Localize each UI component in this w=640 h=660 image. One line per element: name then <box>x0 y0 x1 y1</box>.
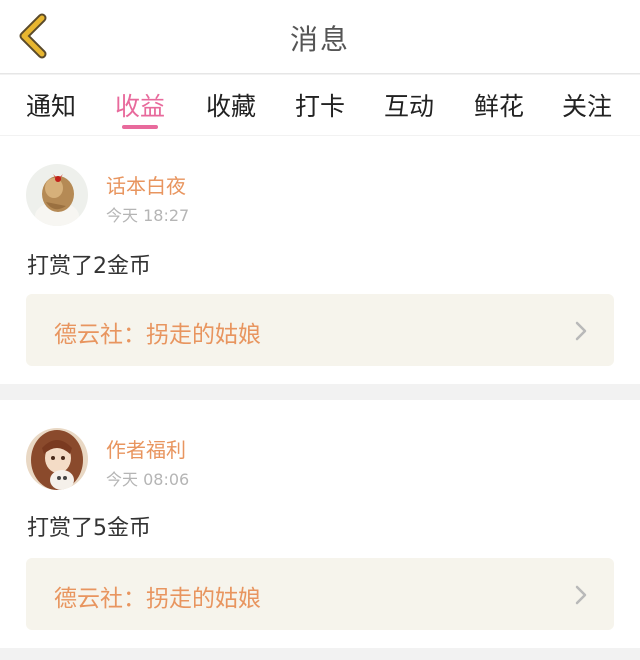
page-title: 消息 <box>289 23 350 56</box>
chevron-right-icon <box>575 321 587 341</box>
message-text: 打赏了5金币 <box>27 516 151 541</box>
book-title: 德云社：拐走的姑娘 <box>54 586 261 612</box>
tab-flowers[interactable]: 鲜花 <box>474 87 524 123</box>
tab-following[interactable]: 关注 <box>562 87 612 123</box>
timestamp: 今天 18:27 <box>106 206 190 225</box>
avatar[interactable] <box>26 428 88 490</box>
message-card: 话本白夜 今天 18:27 打赏了2金币 德云社：拐走的姑娘 <box>0 136 640 384</box>
chevron-right-icon <box>575 585 587 605</box>
timestamp: 今天 08:06 <box>106 470 190 489</box>
message-text: 打赏了2金币 <box>27 254 151 279</box>
tab-checkin[interactable]: 打卡 <box>295 87 345 123</box>
active-tab-indicator <box>122 125 158 129</box>
tab-bar: 通知 收益 收藏 打卡 互动 鲜花 关注 <box>0 75 640 135</box>
tab-interactions[interactable]: 互动 <box>384 87 434 123</box>
message-card: 作者福利 今天 08:06 打赏了5金币 德云社：拐走的姑娘 <box>0 400 640 648</box>
username[interactable]: 作者福利 <box>106 434 186 463</box>
book-link[interactable]: 德云社：拐走的姑娘 <box>26 558 614 630</box>
tab-earnings[interactable]: 收益 <box>115 87 165 123</box>
book-link[interactable]: 德云社：拐走的姑娘 <box>26 294 614 366</box>
tab-notifications[interactable]: 通知 <box>26 87 76 123</box>
username[interactable]: 话本白夜 <box>106 170 186 199</box>
tab-favorites[interactable]: 收藏 <box>206 87 256 123</box>
book-title: 德云社：拐走的姑娘 <box>54 322 261 348</box>
top-bar: 消息 <box>0 0 640 74</box>
avatar[interactable] <box>26 164 88 226</box>
